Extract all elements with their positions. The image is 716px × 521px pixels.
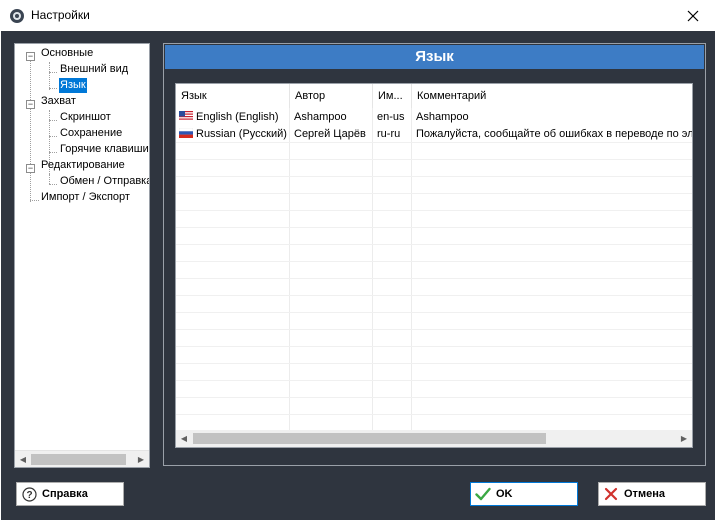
scroll-right-icon[interactable]: ▶ [676, 430, 692, 447]
grid-line [289, 108, 290, 431]
grid-line [372, 108, 373, 431]
table-row[interactable]: Russian (Русский) Сергей Царёв ru-ru Пож… [176, 126, 693, 143]
comment-cell: Пожалуйста, сообщайте об ошибках в перев… [416, 128, 693, 140]
grid-line [176, 380, 692, 381]
tree-line [49, 88, 57, 89]
title-bar: Настройки [0, 0, 716, 31]
tree-item-language[interactable]: Язык [59, 78, 87, 93]
tree-line [49, 62, 50, 90]
grid-line [176, 295, 692, 296]
scroll-thumb[interactable] [31, 454, 126, 465]
collapse-toggle-icon[interactable]: − [26, 52, 35, 61]
tree-line [49, 184, 57, 185]
grid-line [411, 108, 412, 431]
author-cell: Сергей Царёв [294, 128, 366, 140]
column-header-author[interactable]: Автор [290, 84, 373, 108]
tree-item-editing[interactable]: Редактирование [41, 158, 125, 173]
tree-line [49, 174, 50, 184]
tree-line [49, 152, 57, 153]
checkmark-icon [475, 486, 491, 502]
window-title: Настройки [31, 8, 90, 22]
grid-line [176, 193, 692, 194]
grid-line [176, 227, 692, 228]
help-label: Справка [42, 488, 88, 500]
tree-line [49, 120, 57, 121]
tree-item-saving[interactable]: Сохранение [60, 126, 122, 141]
ru-flag-icon [179, 128, 193, 138]
grid-line [176, 261, 692, 262]
close-button[interactable] [670, 0, 716, 31]
panel-header: Язык [165, 45, 704, 69]
tree-item-share[interactable]: Обмен / Отправка [60, 174, 149, 189]
svg-text:?: ? [26, 490, 32, 501]
collapse-toggle-icon[interactable]: − [26, 100, 35, 109]
us-flag-icon [179, 111, 193, 121]
language-name: Russian (Русский) [196, 128, 287, 140]
language-name: English (English) [196, 111, 279, 123]
tree-line [49, 136, 57, 137]
tree-line [30, 58, 31, 202]
comment-cell: Ashampoo [416, 111, 469, 123]
grid-line [176, 210, 692, 211]
cancel-label: Отмена [624, 488, 665, 500]
grid-line [176, 363, 692, 364]
tree-item-import-export[interactable]: Импорт / Экспорт [41, 190, 130, 205]
grid-line [176, 176, 692, 177]
column-header-comment[interactable]: Комментарий [412, 84, 692, 108]
language-cell: English (English) [176, 109, 289, 126]
tree-item-capture[interactable]: Захват [41, 94, 76, 109]
scroll-right-icon[interactable]: ▶ [133, 451, 149, 467]
app-icon [10, 9, 24, 23]
ok-label: OK [496, 488, 513, 500]
grid-line [176, 244, 692, 245]
grid-line [176, 312, 692, 313]
grid-line [176, 159, 692, 160]
tree-line [30, 200, 39, 201]
scroll-thumb[interactable] [193, 433, 546, 444]
code-cell: ru-ru [377, 128, 401, 140]
close-icon [687, 10, 699, 21]
cancel-x-icon [603, 486, 619, 502]
tree-item-hotkeys[interactable]: Горячие клавиши [60, 142, 149, 157]
scroll-left-icon[interactable]: ◀ [176, 430, 192, 447]
settings-tree[interactable]: − Основные Внешний вид Язык − Захват Скр… [14, 43, 150, 468]
tree-line [49, 72, 57, 73]
list-horizontal-scrollbar[interactable]: ◀ ▶ [176, 430, 692, 447]
help-button[interactable]: ? Справка [16, 482, 124, 506]
tree-horizontal-scrollbar[interactable]: ◀ ▶ [15, 450, 149, 467]
dialog-body: − Основные Внешний вид Язык − Захват Скр… [1, 31, 715, 520]
code-cell: en-us [377, 111, 405, 123]
grid-line [176, 346, 692, 347]
scroll-left-icon[interactable]: ◀ [15, 451, 31, 467]
tree-item-appearance[interactable]: Внешний вид [60, 62, 128, 77]
tree-item-general[interactable]: Основные [41, 46, 93, 61]
table-row[interactable]: English (English) Ashampoo en-us Ashampo… [176, 109, 692, 126]
tree-item-screenshot[interactable]: Скриншот [60, 110, 111, 125]
help-icon: ? [21, 486, 37, 502]
language-list[interactable]: Язык Автор Им... Комментарий English (En… [175, 83, 693, 448]
author-cell: Ashampoo [294, 111, 347, 123]
collapse-toggle-icon[interactable]: − [26, 164, 35, 173]
column-header-language[interactable]: Язык [176, 84, 290, 108]
grid-line [176, 397, 692, 398]
grid-line [176, 278, 692, 279]
ok-button[interactable]: OK [470, 482, 578, 506]
grid-line [176, 329, 692, 330]
column-header-code[interactable]: Им... [373, 84, 412, 108]
grid-line [176, 414, 692, 415]
cancel-button[interactable]: Отмена [598, 482, 706, 506]
language-panel: Язык Язык Автор Им... Комментарий Englis… [163, 43, 706, 466]
language-cell: Russian (Русский) [176, 126, 289, 143]
